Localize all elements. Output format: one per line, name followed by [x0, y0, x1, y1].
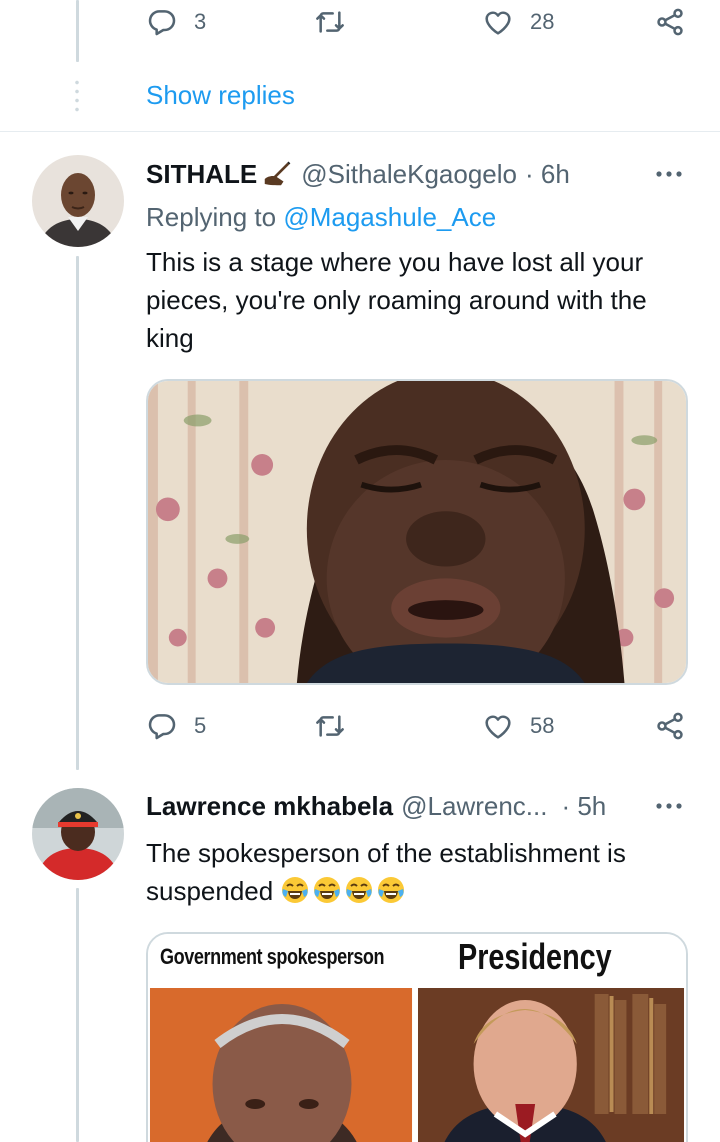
author-handle[interactable]: @SithaleKgaogelo	[301, 159, 517, 190]
share-button[interactable]	[654, 706, 686, 746]
writing-hand-emoji	[264, 161, 291, 186]
more-options-button[interactable]	[654, 788, 686, 824]
thread-collapsed-dots	[75, 78, 79, 114]
emoji-group	[280, 876, 408, 906]
retweet-icon	[316, 715, 344, 737]
thread-line	[76, 888, 79, 1142]
divider	[0, 131, 720, 132]
heart-icon	[485, 11, 511, 35]
like-button[interactable]: 28	[482, 2, 554, 42]
face-with-tears-of-joy-emoji	[314, 877, 341, 903]
reply-icon	[148, 10, 176, 36]
heart-icon	[485, 715, 511, 739]
reply-count: 5	[194, 713, 207, 738]
tweet-text: This is a stage where you have lost all …	[146, 247, 647, 353]
face-with-tears-of-joy-emoji	[346, 877, 373, 903]
reply-button[interactable]: 5	[146, 706, 206, 746]
tweet-image[interactable]	[146, 379, 688, 685]
timestamp[interactable]: · 5h	[561, 791, 606, 822]
share-icon	[657, 8, 683, 36]
more-options-button[interactable]	[654, 156, 686, 192]
reply-count: 3	[194, 9, 207, 34]
reply-icon	[148, 714, 176, 740]
tweet-header: Lawrence mkhabela @Lawrenc... · 5h	[146, 788, 606, 824]
author-name[interactable]: Lawrence mkhabela	[146, 791, 393, 822]
reply-button[interactable]: 3	[146, 2, 206, 42]
face-with-tears-of-joy-emoji	[378, 877, 405, 903]
tweet-image[interactable]: Government spokesperson Presidency	[146, 932, 688, 1142]
share-icon	[657, 712, 683, 740]
replying-to: Replying to @Magashule_Ace	[146, 202, 496, 233]
collage-label-left: Government spokesperson	[160, 944, 385, 969]
like-button[interactable]: 58	[482, 706, 554, 746]
avatar-image	[32, 788, 124, 880]
more-icon	[656, 171, 682, 177]
author-handle[interactable]: @Lawrenc...	[401, 791, 547, 822]
author-name[interactable]: SITHALE	[146, 159, 257, 190]
avatar[interactable]	[32, 155, 124, 247]
avatar-image	[32, 155, 124, 247]
retweet-icon	[316, 11, 344, 33]
tweet-text: The spokesperson of the establishment is…	[146, 834, 696, 910]
retweet-button[interactable]	[314, 706, 346, 746]
like-count: 58	[530, 713, 555, 738]
collage-label-right: Presidency	[458, 936, 612, 977]
face-with-tears-of-joy-emoji	[282, 877, 309, 903]
thread-line	[76, 256, 79, 770]
show-replies-link[interactable]: Show replies	[146, 80, 295, 111]
more-icon	[656, 803, 682, 809]
replying-to-mention[interactable]: @Magashule_Ace	[283, 202, 496, 232]
retweet-button[interactable]	[314, 2, 346, 42]
replying-to-label: Replying to	[146, 202, 277, 232]
like-count: 28	[530, 9, 555, 34]
thread-line-top	[76, 0, 79, 62]
action-bar: 3 28	[146, 2, 691, 42]
share-button[interactable]	[654, 2, 686, 42]
photo	[148, 381, 686, 683]
tweet-header: SITHALE @SithaleKgaogelo · 6h	[146, 156, 570, 192]
timestamp[interactable]: · 6h	[525, 159, 570, 190]
avatar[interactable]	[32, 788, 124, 880]
action-bar: 5 58	[146, 706, 691, 746]
